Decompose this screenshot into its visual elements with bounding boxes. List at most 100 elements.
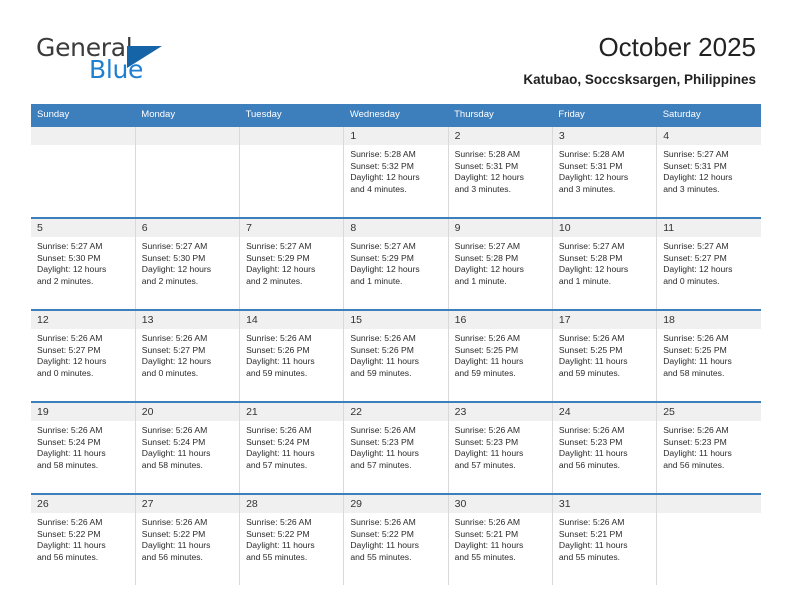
calendar-day-cell-empty — [239, 125, 345, 218]
day-details: Sunrise: 5:28 AM Sunset: 5:31 PM Daylight:… — [553, 145, 656, 195]
logo-text-blue: Blue — [89, 55, 144, 84]
day-detail-line: and 1 minute. — [558, 275, 611, 286]
day-cell-inner: 1 Sunrise: 5:28 AM Sunset: 5:32 PM Daylight… — [344, 127, 448, 217]
day-cell-inner: 15 Sunrise: 5:26 AM Sunset: 5:26 PM Dayligh… — [344, 311, 448, 401]
calendar-week-row: 19 Sunrise: 5:26 AM Sunset: 5:24 PM Dayligh… — [31, 401, 761, 494]
day-detail-line: Sunset: 5:26 PM — [246, 344, 310, 355]
day-detail-line: Sunset: 5:27 PM — [141, 344, 206, 355]
day-detail-line: and 3 minutes. — [454, 183, 511, 194]
day-detail-line: Daylight: 11 hours — [558, 540, 628, 551]
day-detail-line: and 55 minutes. — [246, 551, 308, 562]
calendar-day-cell-10[interactable]: 10 Sunrise: 5:27 AM Sunset: 5:28 PM Dayligh… — [552, 217, 658, 310]
calendar-day-cell-empty — [656, 493, 761, 585]
day-detail-line: Sunset: 5:24 PM — [246, 436, 310, 447]
day-detail-line: Sunset: 5:31 PM — [454, 160, 519, 171]
day-detail-line: and 1 minute. — [350, 275, 403, 286]
calendar-day-cell-22[interactable]: 22 Sunrise: 5:26 AM Sunset: 5:23 PM Dayligh… — [343, 401, 449, 494]
day-detail-line: and 59 minutes. — [454, 367, 516, 378]
calendar-day-cell-28[interactable]: 28 Sunrise: 5:26 AM Sunset: 5:22 PM Dayligh… — [239, 493, 345, 585]
calendar-day-cell-3[interactable]: 3 Sunrise: 5:28 AM Sunset: 5:31 PM Daylight… — [552, 125, 658, 218]
day-number: 9 — [448, 219, 552, 237]
day-cell-inner: 25 Sunrise: 5:26 AM Sunset: 5:23 PM Dayligh… — [657, 403, 761, 493]
calendar-day-cell-31[interactable]: 31 Sunrise: 5:26 AM Sunset: 5:21 PM Dayligh… — [552, 493, 658, 585]
day-detail-line: Daylight: 11 hours — [454, 448, 524, 459]
day-detail-line: Sunrise: 5:26 AM — [454, 425, 521, 435]
calendar-day-cell-20[interactable]: 20 Sunrise: 5:26 AM Sunset: 5:24 PM Dayligh… — [135, 401, 241, 494]
calendar-day-cell-15[interactable]: 15 Sunrise: 5:26 AM Sunset: 5:26 PM Dayligh… — [343, 309, 449, 402]
calendar-day-cell-12[interactable]: 12 Sunrise: 5:26 AM Sunset: 5:27 PM Dayligh… — [31, 309, 136, 402]
day-details: Sunrise: 5:26 AM Sunset: 5:27 PM Daylight:… — [31, 329, 135, 379]
calendar-day-cell-7[interactable]: 7 Sunrise: 5:27 AM Sunset: 5:29 PM Daylight… — [239, 217, 345, 310]
day-cell-inner: 19 Sunrise: 5:26 AM Sunset: 5:24 PM Dayligh… — [31, 403, 135, 493]
day-cell-inner: 23 Sunrise: 5:26 AM Sunset: 5:23 PM Dayligh… — [448, 403, 552, 493]
calendar-day-cell-21[interactable]: 21 Sunrise: 5:26 AM Sunset: 5:24 PM Dayligh… — [239, 401, 345, 494]
day-cell-inner: 27 Sunrise: 5:26 AM Sunset: 5:22 PM Dayligh… — [135, 495, 240, 585]
day-cell-inner: 7 Sunrise: 5:27 AM Sunset: 5:29 PM Daylight… — [240, 219, 344, 309]
calendar-day-cell-13[interactable]: 13 Sunrise: 5:26 AM Sunset: 5:27 PM Dayligh… — [135, 309, 241, 402]
day-detail-line: and 56 minutes. — [141, 551, 203, 562]
calendar-day-cell-5[interactable]: 5 Sunrise: 5:27 AM Sunset: 5:30 PM Daylight… — [31, 217, 136, 310]
day-cell-inner — [240, 127, 344, 217]
calendar-day-cell-24[interactable]: 24 Sunrise: 5:26 AM Sunset: 5:23 PM Dayligh… — [552, 401, 658, 494]
calendar-day-cell-2[interactable]: 2 Sunrise: 5:28 AM Sunset: 5:31 PM Daylight… — [448, 125, 553, 218]
day-detail-line: Sunset: 5:28 PM — [558, 252, 623, 263]
day-cell-inner: 13 Sunrise: 5:26 AM Sunset: 5:27 PM Dayligh… — [135, 311, 240, 401]
day-detail-line: and 2 minutes. — [37, 275, 94, 286]
calendar-day-cell-4[interactable]: 4 Sunrise: 5:27 AM Sunset: 5:31 PM Daylight… — [656, 125, 761, 218]
calendar-day-cell-29[interactable]: 29 Sunrise: 5:26 AM Sunset: 5:22 PM Dayligh… — [343, 493, 449, 585]
day-cell-inner: 6 Sunrise: 5:27 AM Sunset: 5:30 PM Daylight… — [135, 219, 240, 309]
day-details: Sunrise: 5:26 AM Sunset: 5:26 PM Daylight:… — [344, 329, 447, 379]
day-number: 19 — [31, 403, 135, 421]
day-detail-line: Daylight: 11 hours — [350, 448, 419, 459]
day-detail-line: Daylight: 12 hours — [246, 264, 316, 275]
calendar-day-cell-17[interactable]: 17 Sunrise: 5:26 AM Sunset: 5:25 PM Dayligh… — [552, 309, 658, 402]
day-cell-inner: 28 Sunrise: 5:26 AM Sunset: 5:22 PM Dayligh… — [240, 495, 344, 585]
calendar-day-cell-19[interactable]: 19 Sunrise: 5:26 AM Sunset: 5:24 PM Dayligh… — [31, 401, 136, 494]
weekday-header-thursday: Thursday — [448, 104, 553, 126]
calendar-day-cell-18[interactable]: 18 Sunrise: 5:26 AM Sunset: 5:25 PM Dayligh… — [656, 309, 761, 402]
day-details: Sunrise: 5:26 AM Sunset: 5:25 PM Daylight:… — [553, 329, 656, 379]
calendar-day-cell-8[interactable]: 8 Sunrise: 5:27 AM Sunset: 5:29 PM Daylight… — [343, 217, 449, 310]
calendar-day-cell-6[interactable]: 6 Sunrise: 5:27 AM Sunset: 5:30 PM Daylight… — [135, 217, 241, 310]
weekday-header-friday: Friday — [552, 104, 657, 126]
calendar-day-cell-25[interactable]: 25 Sunrise: 5:26 AM Sunset: 5:23 PM Dayligh… — [656, 401, 761, 494]
day-detail-line: Sunrise: 5:27 AM — [663, 241, 729, 251]
day-detail-line: Sunrise: 5:27 AM — [141, 241, 208, 251]
day-number — [31, 127, 135, 145]
day-cell-inner: 9 Sunrise: 5:27 AM Sunset: 5:28 PM Daylight… — [448, 219, 552, 309]
calendar-day-cell-27[interactable]: 27 Sunrise: 5:26 AM Sunset: 5:22 PM Dayligh… — [135, 493, 241, 585]
day-cell-inner: 8 Sunrise: 5:27 AM Sunset: 5:29 PM Daylight… — [344, 219, 448, 309]
day-detail-line: Sunset: 5:29 PM — [246, 252, 310, 263]
calendar-week-row: 26 Sunrise: 5:26 AM Sunset: 5:22 PM Dayligh… — [31, 493, 761, 585]
day-detail-line: Sunset: 5:28 PM — [454, 252, 519, 263]
general-blue-logo[interactable]: General Blue — [36, 34, 236, 86]
day-detail-line: Daylight: 12 hours — [350, 172, 420, 183]
calendar-day-cell-11[interactable]: 11 Sunrise: 5:27 AM Sunset: 5:27 PM Dayligh… — [656, 217, 761, 310]
calendar-day-cell-14[interactable]: 14 Sunrise: 5:26 AM Sunset: 5:26 PM Dayligh… — [239, 309, 345, 402]
day-detail-line: Daylight: 11 hours — [37, 540, 106, 551]
calendar-day-cell-9[interactable]: 9 Sunrise: 5:27 AM Sunset: 5:28 PM Daylight… — [448, 217, 553, 310]
day-detail-line: Sunset: 5:26 PM — [350, 344, 414, 355]
day-details: Sunrise: 5:26 AM Sunset: 5:24 PM Daylight:… — [240, 421, 343, 471]
day-detail-line: and 4 minutes. — [350, 183, 407, 194]
day-detail-line: Sunset: 5:23 PM — [663, 436, 727, 447]
day-detail-line: Sunset: 5:22 PM — [141, 528, 206, 539]
calendar-day-cell-16[interactable]: 16 Sunrise: 5:26 AM Sunset: 5:25 PM Dayligh… — [448, 309, 553, 402]
calendar-day-cell-1[interactable]: 1 Sunrise: 5:28 AM Sunset: 5:32 PM Daylight… — [343, 125, 449, 218]
page-subtitle: Katubao, Soccsksargen, Philippines — [523, 72, 756, 87]
day-detail-line: and 3 minutes. — [663, 183, 720, 194]
day-number: 24 — [552, 403, 657, 421]
day-detail-line: Sunrise: 5:28 AM — [350, 149, 416, 159]
day-detail-line: Sunrise: 5:27 AM — [663, 149, 729, 159]
calendar-day-cell-26[interactable]: 26 Sunrise: 5:26 AM Sunset: 5:22 PM Dayligh… — [31, 493, 136, 585]
day-number: 21 — [240, 403, 344, 421]
calendar-day-cell-30[interactable]: 30 Sunrise: 5:26 AM Sunset: 5:21 PM Dayligh… — [448, 493, 553, 585]
day-detail-line: Daylight: 12 hours — [663, 264, 733, 275]
day-detail-line: Sunset: 5:24 PM — [141, 436, 206, 447]
day-detail-line: and 55 minutes. — [350, 551, 412, 562]
day-number: 4 — [657, 127, 761, 145]
day-detail-line: Daylight: 12 hours — [558, 172, 629, 183]
day-number: 2 — [448, 127, 552, 145]
day-detail-line: Sunrise: 5:27 AM — [37, 241, 103, 251]
calendar-day-cell-23[interactable]: 23 Sunrise: 5:26 AM Sunset: 5:23 PM Dayligh… — [448, 401, 553, 494]
